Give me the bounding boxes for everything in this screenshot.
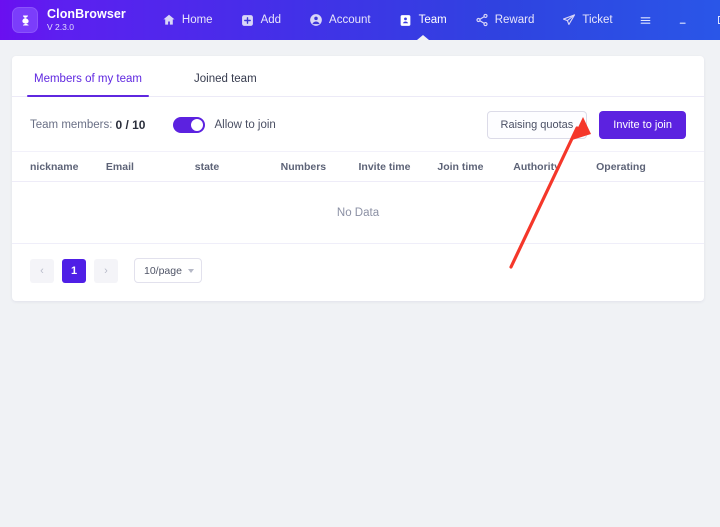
members-table: nickname Email state Numbers Invite time…	[12, 151, 704, 244]
team-panel: Members of my team Joined team Team memb…	[12, 56, 704, 301]
nav-label-add: Add	[260, 14, 282, 26]
team-members-count: 0 / 10	[115, 118, 146, 132]
window-controls	[627, 4, 720, 36]
table-body-empty: No Data	[12, 182, 704, 244]
nav-item-team[interactable]: Team	[385, 0, 461, 40]
nav-label-team: Team	[418, 14, 447, 26]
nav-item-add[interactable]: Add	[227, 0, 295, 40]
chevron-down-icon	[188, 268, 194, 273]
tab-members-of-my-team[interactable]: Members of my team	[27, 73, 149, 97]
home-icon	[162, 13, 176, 27]
team-icon	[399, 13, 413, 27]
send-icon	[562, 13, 576, 27]
allow-to-join-label: Allow to join	[214, 119, 276, 131]
account-icon	[309, 13, 323, 27]
raising-quotas-button[interactable]: Raising quotas	[486, 111, 588, 139]
nav-label-ticket: Ticket	[582, 14, 613, 26]
column-header-operating: Operating	[596, 160, 646, 173]
share-icon	[475, 13, 489, 27]
minimize-button[interactable]	[665, 4, 703, 36]
title-bar: ClonBrowser V 2.3.0 Home Add Account Tea…	[0, 0, 720, 40]
no-data-text: No Data	[336, 206, 380, 219]
table-header-row: nickname Email state Numbers Invite time…	[12, 151, 704, 182]
column-header-join-time: Join time	[437, 160, 484, 173]
panel-toolbar: Team members: 0 / 10 Allow to join Raisi…	[12, 97, 704, 151]
column-header-email: Email	[105, 160, 134, 173]
pagination-next-button[interactable]: ›	[94, 258, 118, 283]
add-icon	[241, 13, 255, 27]
nav-item-reward[interactable]: Reward	[461, 0, 549, 40]
nav-item-ticket[interactable]: Ticket	[548, 0, 626, 40]
page-size-select[interactable]: 10/page	[134, 258, 202, 283]
brand: ClonBrowser V 2.3.0	[0, 7, 126, 33]
allow-to-join-toggle[interactable]	[173, 117, 206, 133]
maximize-button[interactable]	[703, 4, 720, 36]
column-header-authority: Authority	[513, 160, 560, 173]
nav-label-account: Account	[329, 14, 371, 26]
team-members-label: Team members:	[30, 119, 113, 131]
pagination-prev-button[interactable]: ‹	[30, 258, 54, 283]
main-nav: Home Add Account Team Reward Ticket	[148, 0, 627, 40]
active-tab-arrow-icon	[416, 35, 429, 40]
column-header-numbers: Numbers	[280, 160, 327, 173]
nav-item-home[interactable]: Home	[148, 0, 227, 40]
column-header-state: state	[194, 160, 220, 173]
column-header-nickname: nickname	[30, 160, 79, 173]
nav-label-reward: Reward	[494, 14, 535, 26]
invite-to-join-button[interactable]: Invite to join	[599, 111, 686, 139]
menu-button[interactable]	[627, 4, 665, 36]
panel-tabs: Members of my team Joined team	[12, 56, 704, 97]
toolbar-actions: Raising quotas Invite to join	[486, 111, 686, 139]
pagination-page-1[interactable]: 1	[62, 258, 86, 283]
nav-label-home: Home	[181, 14, 213, 26]
nav-item-account[interactable]: Account	[295, 0, 385, 40]
tab-joined-team[interactable]: Joined team	[190, 73, 261, 96]
pagination: ‹ 1 › 10/page	[12, 244, 704, 293]
clonbrowser-logo-icon	[12, 7, 38, 33]
column-header-invite-time: Invite time	[358, 160, 411, 173]
page-size-value: 10/page	[144, 264, 182, 277]
brand-version: V 2.3.0	[47, 22, 74, 33]
brand-name: ClonBrowser	[47, 6, 126, 21]
